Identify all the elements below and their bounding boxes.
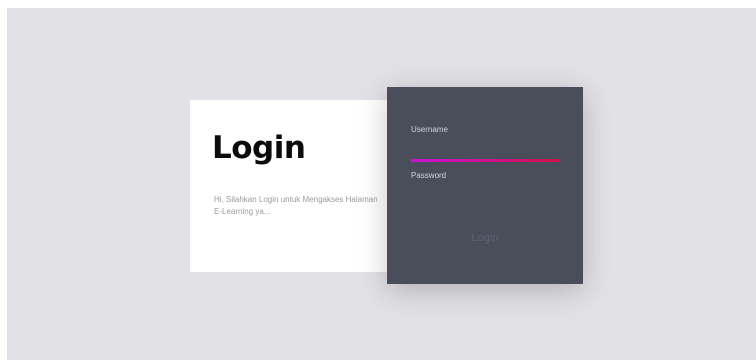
username-underline bbox=[411, 159, 559, 162]
password-label: Password bbox=[411, 171, 447, 180]
password-input[interactable] bbox=[411, 185, 559, 201]
info-card: Login Hi, Silahkan Login untuk Mengakses… bbox=[190, 100, 396, 272]
login-form: Username Password Login bbox=[387, 87, 583, 284]
welcome-text: Hi, Silahkan Login untuk Mengakses Halam… bbox=[214, 195, 378, 216]
page-title: Login bbox=[212, 130, 306, 166]
username-input[interactable] bbox=[411, 139, 559, 155]
username-label: Username bbox=[411, 125, 448, 134]
login-button[interactable]: Login bbox=[411, 228, 559, 248]
